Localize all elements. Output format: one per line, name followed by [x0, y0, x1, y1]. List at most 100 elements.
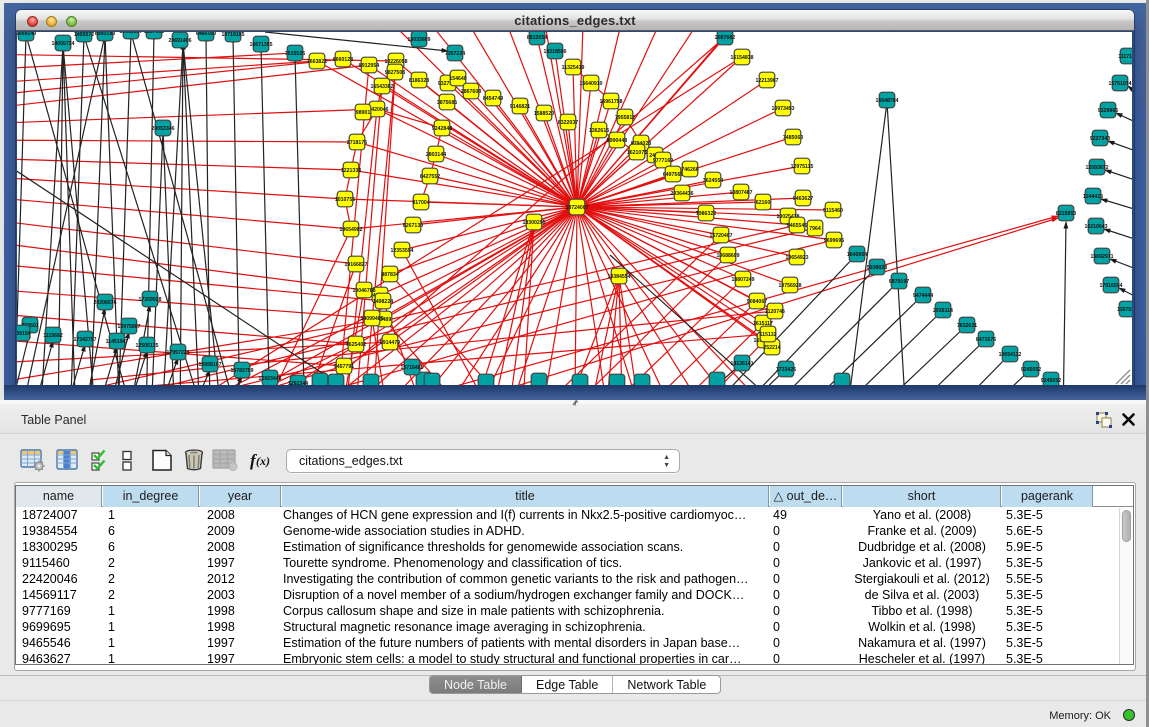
- svg-text:11325419: 11325419: [562, 65, 585, 71]
- svg-text:16671355: 16671355: [249, 42, 272, 48]
- svg-text:19218506: 19218506: [543, 49, 566, 55]
- svg-text:1498224: 1498224: [373, 299, 393, 305]
- svg-text:8267130: 8267130: [403, 223, 423, 229]
- svg-text:9457791: 9457791: [334, 364, 354, 370]
- svg-text:1120746: 1120746: [765, 309, 785, 315]
- svg-text:16961758: 16961758: [599, 99, 622, 105]
- svg-text:16210643: 16210643: [1084, 224, 1107, 230]
- svg-text:9465546: 9465546: [787, 223, 807, 229]
- svg-text:9463627: 9463627: [793, 196, 813, 202]
- svg-text:8912954: 8912954: [359, 63, 379, 69]
- svg-text:16648784: 16648784: [875, 98, 898, 104]
- svg-text:9115460: 9115460: [823, 208, 843, 214]
- svg-text:10958107: 10958107: [198, 362, 221, 368]
- svg-text:6497568: 6497568: [663, 172, 683, 178]
- svg-text:8471676: 8471676: [976, 337, 996, 343]
- svg-text:3875685: 3875685: [437, 100, 457, 106]
- svg-text:10688609: 10688609: [716, 253, 739, 259]
- svg-text:20206576: 20206576: [93, 300, 116, 306]
- svg-text:10654112: 10654112: [999, 352, 1022, 358]
- svg-text:18807249: 18807249: [731, 277, 754, 283]
- svg-text:7515526: 7515526: [285, 51, 305, 57]
- svg-text:1527602: 1527602: [144, 32, 164, 35]
- svg-text:12093872: 12093872: [1085, 165, 1108, 171]
- svg-text:746266: 746266: [681, 167, 698, 173]
- svg-text:17359928: 17359928: [138, 297, 161, 303]
- svg-text:20053346: 20053346: [151, 126, 174, 132]
- svg-text:9242848: 9242848: [432, 126, 452, 132]
- svg-text:10046788: 10046788: [352, 288, 375, 294]
- svg-text:2867608: 2867608: [461, 89, 481, 95]
- svg-text:6914479: 6914479: [380, 340, 400, 346]
- svg-text:(x): (x): [256, 454, 270, 468]
- svg-text:15720407: 15720407: [709, 233, 732, 239]
- svg-text:887834: 887834: [381, 272, 398, 278]
- svg-text:2087682: 2087682: [715, 35, 735, 41]
- svg-text:1010755: 1010755: [335, 197, 355, 203]
- svg-text:9329966: 9329966: [1098, 108, 1118, 114]
- svg-text:2803144: 2803144: [426, 152, 446, 158]
- svg-text:1362615: 1362615: [589, 128, 609, 134]
- svg-text:9084067: 9084067: [747, 299, 767, 305]
- svg-text:817004: 817004: [412, 200, 429, 206]
- svg-text:14055724: 14055724: [51, 41, 74, 47]
- svg-text:154640: 154640: [449, 76, 466, 82]
- svg-text:115132: 115132: [759, 332, 776, 338]
- svg-text:9474444: 9474444: [913, 293, 933, 299]
- svg-text:8186328: 8186328: [409, 78, 429, 84]
- svg-text:7663822: 7663822: [307, 59, 327, 65]
- svg-text:19384554: 19384554: [607, 274, 630, 280]
- svg-text:12213967: 12213967: [755, 78, 778, 84]
- svg-text:14099489: 14099489: [360, 316, 383, 322]
- svg-text:16033809: 16033809: [407, 37, 430, 43]
- svg-text:8427552: 8427552: [420, 174, 440, 180]
- svg-text:8454749: 8454749: [483, 96, 503, 102]
- svg-text:10719155: 10719155: [221, 32, 244, 38]
- svg-text:16782759: 16782759: [230, 368, 253, 374]
- svg-text:19654982: 19654982: [339, 227, 362, 233]
- svg-text:8660128: 8660128: [333, 57, 353, 63]
- svg-text:8993193: 8993193: [95, 32, 115, 37]
- svg-text:7485063: 7485063: [783, 135, 803, 141]
- svg-text:1167533: 1167533: [1117, 307, 1132, 313]
- svg-text:1588520: 1588520: [534, 111, 554, 117]
- svg-text:8813054: 8813054: [527, 35, 547, 41]
- svg-text:12353594: 12353594: [390, 248, 413, 254]
- svg-text:7632621: 7632621: [957, 323, 977, 329]
- svg-text:17957223: 17957223: [166, 350, 189, 356]
- svg-text:1621075: 1621075: [627, 150, 647, 156]
- svg-text:139154: 139154: [17, 331, 31, 337]
- svg-text:7964: 7964: [809, 226, 821, 232]
- svg-text:252214: 252214: [763, 345, 780, 351]
- svg-text:9777169: 9777169: [653, 158, 673, 164]
- svg-text:62160: 62160: [756, 200, 771, 206]
- svg-text:3624554: 3624554: [703, 178, 723, 184]
- svg-text:1115682: 1115682: [43, 333, 63, 339]
- svg-text:20691406: 20691406: [168, 38, 191, 44]
- svg-text:20364436: 20364436: [670, 191, 693, 197]
- svg-text:10653267: 10653267: [119, 32, 142, 35]
- svg-text:1244415: 1244415: [1083, 194, 1103, 200]
- svg-text:17016504: 17016504: [1099, 283, 1122, 289]
- svg-text:7955812: 7955812: [615, 115, 635, 121]
- svg-text:8322037: 8322037: [558, 120, 578, 126]
- svg-text:10756928: 10756928: [778, 283, 801, 289]
- svg-text:9827508: 9827508: [385, 70, 405, 76]
- svg-text:1221338: 1221338: [341, 168, 361, 174]
- svg-text:11451947: 11451947: [106, 339, 129, 345]
- svg-text:1640954: 1640954: [847, 252, 867, 258]
- svg-text:9227343: 9227343: [1090, 136, 1110, 142]
- svg-text:15716485: 15716485: [400, 365, 423, 371]
- svg-text:8990448: 8990448: [607, 138, 627, 144]
- svg-text:6879197: 6879197: [889, 279, 909, 285]
- svg-text:12975115: 12975115: [791, 164, 814, 170]
- svg-text:12505135: 12505135: [135, 343, 158, 349]
- svg-text:16154838: 16154838: [730, 55, 753, 61]
- svg-text:8215953: 8215953: [1056, 211, 1076, 217]
- svg-text:98901: 98901: [356, 110, 371, 116]
- svg-text:6466160: 6466160: [196, 32, 216, 37]
- svg-text:1733426: 1733426: [776, 367, 796, 373]
- svg-text:19654923: 19654923: [785, 255, 808, 261]
- svg-text:18724007: 18724007: [565, 205, 588, 211]
- svg-text:5938928: 5938928: [867, 265, 887, 271]
